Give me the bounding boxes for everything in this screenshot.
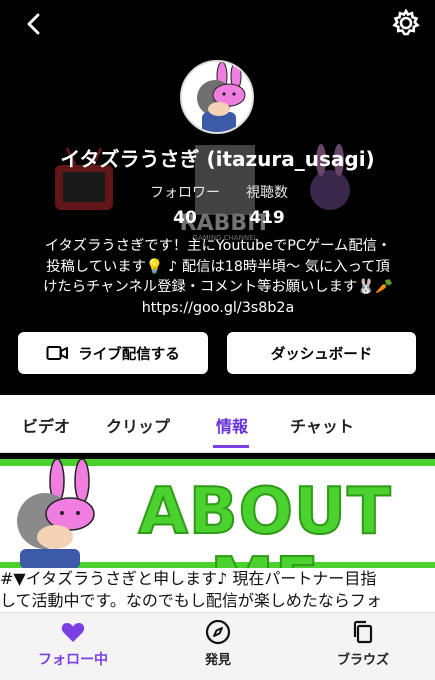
video-camera-icon — [46, 346, 69, 360]
about-me-banner-text: ABOUT ME — [137, 475, 392, 569]
views-stat: 視聴数 419 — [232, 182, 302, 228]
compass-icon — [205, 619, 231, 645]
dashboard-label: ダッシュボード — [270, 346, 373, 363]
bio-line: 投稿しています💡 ♪ 配信は18時半頃～ 気に入って頂 — [46, 258, 390, 275]
heart-icon — [61, 622, 85, 642]
tab-info[interactable]: 情報 — [216, 413, 248, 437]
nav-explore[interactable]: 発見 — [158, 619, 278, 668]
views-count: 419 — [249, 208, 285, 228]
tab-videos[interactable]: ビデオ — [22, 413, 70, 437]
bio-link[interactable]: https://goo.gl/3s8b2a — [22, 298, 414, 319]
description-line: して活動中です。なのでもし配信が楽しめたならフォ — [0, 591, 382, 610]
top-bar — [0, 0, 435, 48]
dashboard-button[interactable]: ダッシュボード — [227, 332, 416, 374]
go-live-button[interactable]: ライブ配信する — [18, 332, 208, 374]
back-arrow-icon[interactable] — [20, 10, 48, 38]
avatar-illustration — [182, 62, 252, 132]
nav-browse[interactable]: ブラウズ — [303, 619, 423, 668]
description-line: #▼イタズラうさぎと申します♪ 現在パートナー目指 — [0, 569, 377, 588]
nav-explore-label: 発見 — [204, 653, 231, 668]
tab-clips[interactable]: クリップ — [106, 413, 170, 437]
followers-count: 40 — [173, 208, 197, 228]
views-label: 視聴数 — [246, 185, 288, 201]
nav-following-label: フォロー中 — [38, 652, 108, 668]
followers-label: フォロワー — [150, 185, 220, 201]
channel-header: RABBIT GAMING CHANNEL イタズラうさぎ (itazura_u… — [0, 0, 435, 395]
gear-icon[interactable] — [391, 8, 421, 38]
channel-bio: イタズラうさぎです！主にYoutubeでPCゲーム配信・ 投稿しています💡 ♪ … — [22, 236, 414, 318]
active-tab-indicator — [213, 445, 249, 448]
bio-line: イタズラうさぎです！主にYoutubeでPCゲーム配信・ — [44, 238, 392, 254]
nav-browse-label: ブラウズ — [336, 653, 389, 668]
tab-chat[interactable]: チャット — [290, 413, 354, 437]
followers-stat[interactable]: フォロワー 40 — [140, 182, 230, 228]
profile-tabs: ビデオ クリップ 情報 チャット — [0, 395, 435, 453]
channel-stats: フォロワー 40 視聴数 419 — [140, 182, 310, 230]
about-description: #▼イタズラうさぎと申します♪ 現在パートナー目指 して活動中です。なのでもし配… — [0, 568, 435, 614]
channel-avatar[interactable] — [180, 60, 254, 134]
go-live-label: ライブ配信する — [78, 346, 180, 363]
nav-following[interactable]: フォロー中 — [13, 619, 133, 669]
bottom-navigation: フォロー中 発見 ブラウズ — [0, 612, 435, 680]
copy-icon — [353, 620, 373, 644]
channel-name: イタズラうさぎ (itazura_usagi) — [60, 147, 375, 171]
about-banner: ABOUT ME — [0, 459, 435, 569]
bio-line: けたらチャンネル登録・コメント等お願いします🐰🥕 — [43, 279, 393, 295]
